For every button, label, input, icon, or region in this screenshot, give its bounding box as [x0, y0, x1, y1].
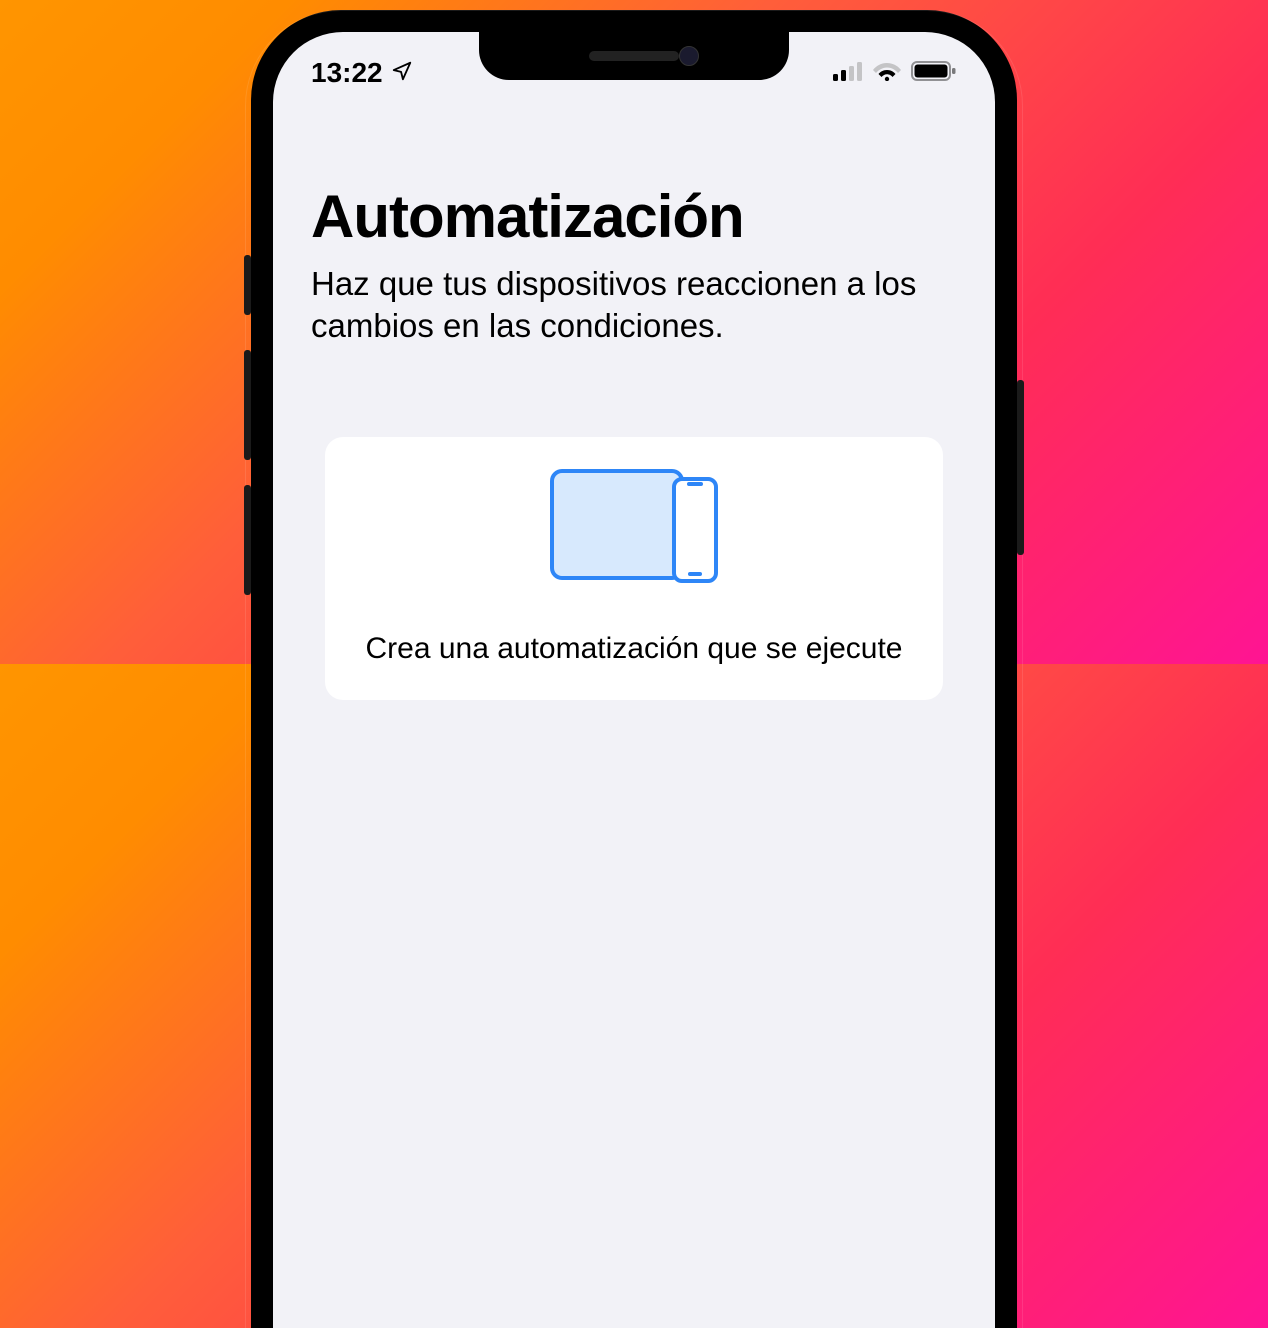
status-left: 13:22 — [311, 57, 413, 89]
phone-notch — [479, 32, 789, 80]
volume-up-button — [244, 350, 251, 460]
phone-camera — [679, 46, 699, 66]
mute-switch — [244, 255, 251, 315]
phone-speaker — [589, 51, 679, 61]
status-time: 13:22 — [311, 57, 383, 89]
automation-card[interactable]: Crea una automatización que se ejecute — [325, 437, 943, 700]
devices-icon — [550, 469, 718, 589]
cellular-signal-icon — [833, 61, 863, 86]
phone-screen: 13:22 — [273, 32, 995, 1328]
phone-frame: 13:22 — [251, 10, 1017, 1328]
volume-down-button — [244, 485, 251, 595]
page-title: Automatización — [311, 182, 957, 251]
location-arrow-icon — [391, 57, 413, 89]
wifi-icon — [873, 61, 901, 86]
power-button — [1017, 380, 1024, 555]
battery-icon — [911, 60, 957, 87]
status-right — [833, 60, 957, 87]
page-subtitle: Haz que tus dispositivos reaccionen a lo… — [311, 263, 957, 347]
page-content: Automatización Haz que tus dispositivos … — [273, 32, 995, 700]
